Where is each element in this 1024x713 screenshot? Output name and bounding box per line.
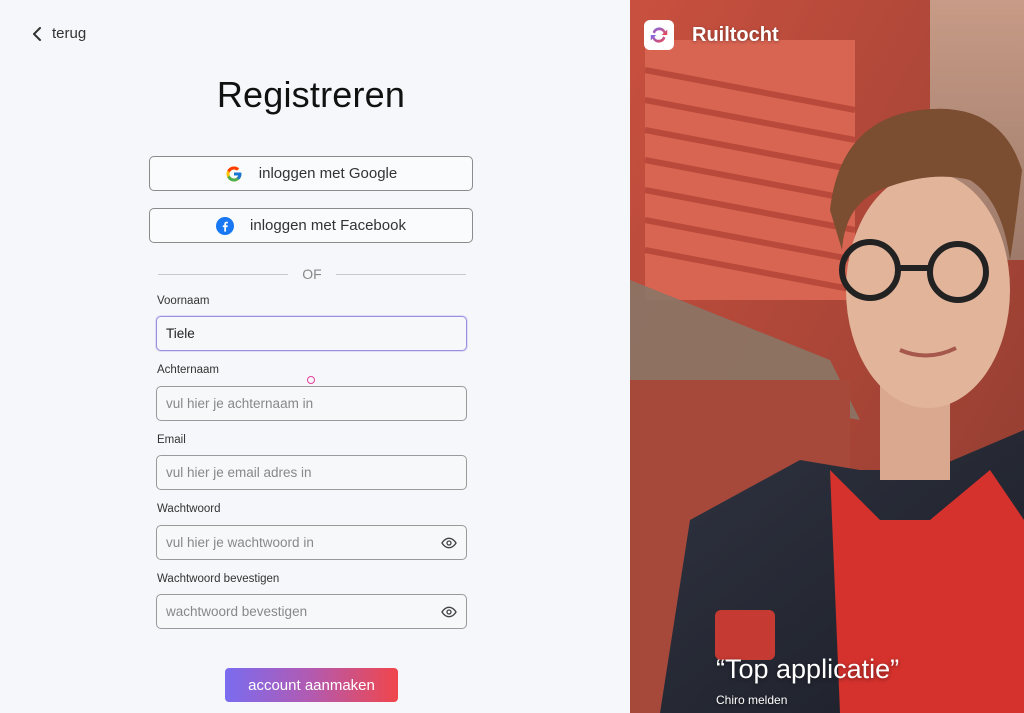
or-divider: OF [158,266,467,282]
first-name-field [156,316,467,351]
password-confirm-input[interactable] [166,604,441,619]
cursor-indicator [307,376,315,384]
chevron-left-icon [32,26,42,41]
password-confirm-label: Wachtwoord bevestigen [157,573,280,585]
google-login-label: inloggen met Google [258,165,398,182]
registration-panel: terug Registreren inloggen met Google in… [0,0,630,713]
back-label: terug [52,25,87,42]
testimonial-quote: “Top applicatie” [716,654,900,684]
hero-photo [630,0,1024,713]
ruiltocht-logo-icon [644,20,674,50]
eye-icon[interactable] [441,604,457,620]
divider-line [158,273,289,275]
testimonial-author: Chiro melden [716,693,788,707]
last-name-input[interactable] [166,396,457,411]
first-name-label: Voornaam [157,295,210,307]
divider-line [335,273,467,275]
password-confirm-field [156,594,467,629]
last-name-label: Achternaam [157,364,220,376]
back-link[interactable]: terug [32,25,86,42]
page-title: Registreren [216,74,406,115]
last-name-field [156,386,467,421]
google-login-button[interactable]: inloggen met Google [149,156,473,191]
create-account-button[interactable]: account aanmaken [225,668,398,702]
password-label: Wachtwoord [157,503,221,515]
eye-icon[interactable] [441,535,457,551]
divider-label: OF [302,266,322,282]
password-input[interactable] [166,535,441,550]
brand-logo: Ruiltocht [644,20,779,50]
google-icon [225,165,243,183]
brand-name: Ruiltocht [692,23,779,46]
first-name-input[interactable] [166,326,457,341]
password-field [156,525,467,560]
email-label: Email [157,434,186,446]
email-input[interactable] [166,465,457,480]
facebook-login-button[interactable]: inloggen met Facebook [149,208,473,243]
hero-panel: Ruiltocht “Top applicatie” Chiro melden [630,0,1024,713]
email-field [156,455,467,490]
facebook-login-label: inloggen met Facebook [250,217,406,234]
facebook-icon [216,216,235,235]
